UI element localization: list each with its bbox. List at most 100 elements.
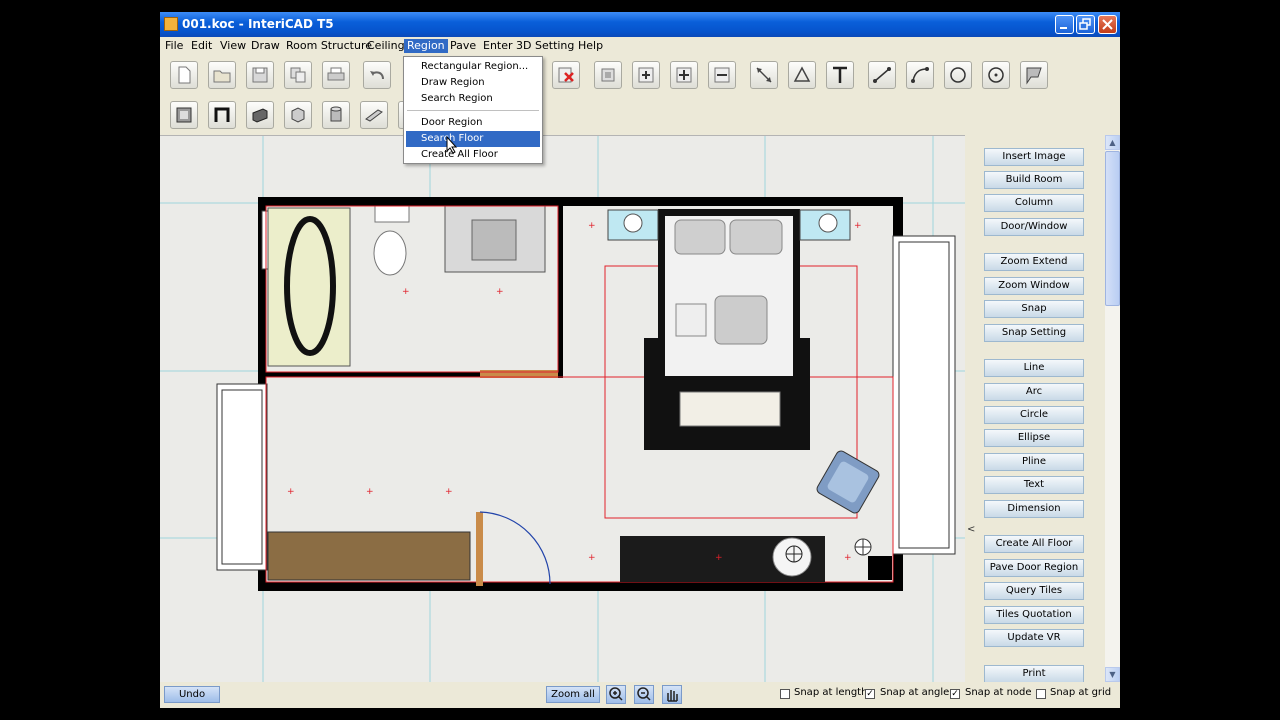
floor-plan[interactable]: + + + + + + + + + + <box>160 136 965 683</box>
bench[interactable] <box>679 391 781 427</box>
partition-wall[interactable] <box>558 206 563 378</box>
title-bar[interactable]: 001.koc - InteriCAD T5 <box>160 12 1120 37</box>
maximize-button[interactable] <box>1076 15 1095 34</box>
arc-tool-button[interactable]: Arc <box>984 383 1084 401</box>
snap-node-checkbox[interactable]: ✓ <box>950 689 960 699</box>
close-button[interactable] <box>1098 15 1117 34</box>
pline-tool-button[interactable]: Pline <box>984 453 1084 471</box>
structure-toolbar <box>160 99 1120 135</box>
undo-button[interactable] <box>363 61 391 89</box>
print-button[interactable] <box>322 61 350 89</box>
point-circle-button[interactable] <box>982 61 1010 89</box>
menu-room-structure[interactable]: Room Structure <box>283 39 375 53</box>
ellipse-tool-button[interactable]: Ellipse <box>984 429 1084 447</box>
zoom-out-icon <box>714 67 730 83</box>
zoom-all-button[interactable]: Zoom all <box>546 686 600 703</box>
zoom-window-button[interactable]: Zoom Window <box>984 277 1084 295</box>
menu-item-create-all-floor[interactable]: Create All Floor <box>406 147 540 163</box>
window-left[interactable] <box>216 383 268 571</box>
angle-button[interactable] <box>788 61 816 89</box>
menu-setting[interactable]: Setting <box>532 39 577 53</box>
wall-button[interactable] <box>246 101 274 129</box>
vertical-scrollbar[interactable]: ▲ ▼ <box>1105 135 1120 682</box>
snap-setting-button[interactable]: Snap Setting <box>984 324 1084 342</box>
bathroom-wall[interactable] <box>266 372 481 377</box>
beam-button[interactable] <box>360 101 388 129</box>
zoom-in-button[interactable] <box>670 61 698 89</box>
open-button[interactable] <box>208 61 236 89</box>
window-right[interactable] <box>892 235 956 555</box>
text-tool-button[interactable]: Text <box>984 476 1084 494</box>
table-lamp[interactable] <box>772 537 812 577</box>
menu-item-search-floor[interactable]: Search Floor <box>406 131 540 147</box>
add-button[interactable] <box>632 61 660 89</box>
line-icon <box>873 67 891 83</box>
door-button[interactable] <box>208 101 236 129</box>
snap-angle-checkbox[interactable]: ✓ <box>865 689 875 699</box>
drawing-canvas[interactable]: + + + + + + + + + + <box>160 135 965 683</box>
pave-door-region-button[interactable]: Pave Door Region <box>984 559 1084 577</box>
tiles-quotation-button[interactable]: Tiles Quotation <box>984 606 1084 624</box>
zoom-extend-button[interactable]: Zoom Extend <box>984 253 1084 271</box>
new-button[interactable] <box>170 61 198 89</box>
insert-image-button[interactable]: Insert Image <box>984 148 1084 166</box>
menu-help[interactable]: Help <box>575 39 606 53</box>
mouse-cursor-icon <box>446 136 458 154</box>
scroll-thumb[interactable] <box>1105 151 1120 306</box>
menu-edit[interactable]: Edit <box>188 39 215 53</box>
desk[interactable] <box>267 531 471 581</box>
box-button[interactable] <box>284 101 312 129</box>
circle-button[interactable] <box>944 61 972 89</box>
zoom-in-status-button[interactable] <box>606 685 626 704</box>
menu-item-door-region[interactable]: Door Region <box>406 115 540 131</box>
circle-tool-button[interactable]: Circle <box>984 406 1084 424</box>
window-button[interactable] <box>170 101 198 129</box>
undo-status-button[interactable]: Undo <box>164 686 220 703</box>
menu-enter-3d[interactable]: Enter 3D <box>480 39 535 53</box>
svg-text:+: + <box>588 553 596 563</box>
text-button[interactable] <box>826 61 854 89</box>
toilet[interactable] <box>373 230 407 276</box>
scroll-up-arrow[interactable]: ▲ <box>1105 135 1120 150</box>
flag-button[interactable] <box>1020 61 1048 89</box>
create-all-floor-button[interactable]: Create All Floor <box>984 535 1084 553</box>
measure-button[interactable] <box>750 61 778 89</box>
print-panel-button[interactable]: Print <box>984 665 1084 683</box>
menu-ceiling[interactable]: Ceiling <box>364 39 408 53</box>
update-vr-button[interactable]: Update VR <box>984 629 1084 647</box>
snap-grid-checkbox[interactable] <box>1036 689 1046 699</box>
menu-file[interactable]: File <box>162 39 186 53</box>
dimension-button[interactable] <box>594 61 622 89</box>
dimension-tool-button[interactable]: Dimension <box>984 500 1084 518</box>
column-button[interactable]: Column <box>984 194 1084 212</box>
window-icon <box>176 107 192 123</box>
menu-item-draw-region[interactable]: Draw Region <box>406 75 540 91</box>
arc-button[interactable] <box>906 61 934 89</box>
pan-status-button[interactable] <box>662 685 682 704</box>
menu-draw[interactable]: Draw <box>248 39 283 53</box>
menu-item-search-region[interactable]: Search Region <box>406 91 540 107</box>
menu-view[interactable]: View <box>217 39 249 53</box>
scroll-down-arrow[interactable]: ▼ <box>1105 667 1120 682</box>
entry-door[interactable] <box>476 512 483 586</box>
copy-button[interactable] <box>284 61 312 89</box>
zoom-out-button[interactable] <box>708 61 736 89</box>
line-tool-button[interactable]: Line <box>984 359 1084 377</box>
save-button[interactable] <box>246 61 274 89</box>
cylinder-button[interactable] <box>322 101 350 129</box>
build-room-button[interactable]: Build Room <box>984 171 1084 189</box>
door-window-button[interactable]: Door/Window <box>984 218 1084 236</box>
zoom-out-status-button[interactable] <box>634 685 654 704</box>
snap-length-checkbox[interactable] <box>780 689 790 699</box>
menu-item-rectangular-region[interactable]: Rectangular Region... <box>406 59 540 75</box>
bathtub[interactable] <box>267 207 351 367</box>
query-tiles-button[interactable]: Query Tiles <box>984 582 1084 600</box>
delete-button[interactable] <box>552 61 580 89</box>
minimize-button[interactable] <box>1055 15 1074 34</box>
menu-region[interactable]: Region <box>404 39 448 53</box>
collapse-panel-toggle[interactable]: < <box>967 524 975 535</box>
line-button[interactable] <box>868 61 896 89</box>
snap-button[interactable]: Snap <box>984 300 1084 318</box>
app-icon <box>164 17 178 31</box>
menu-pave[interactable]: Pave <box>447 39 479 53</box>
